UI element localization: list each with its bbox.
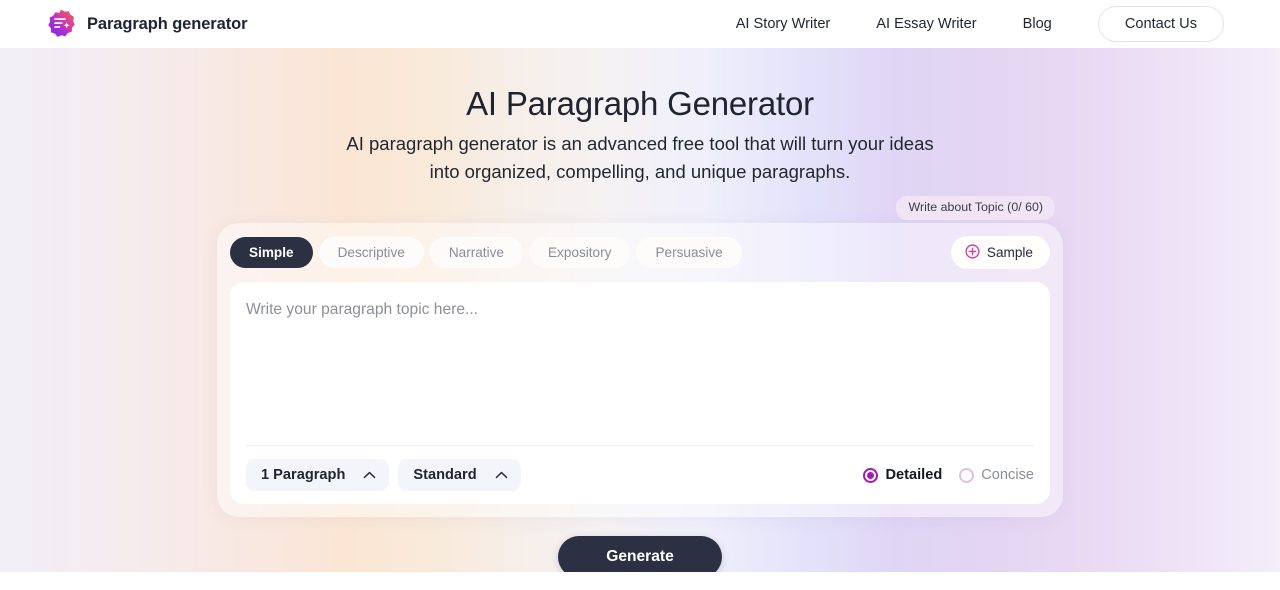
- chevron-up-icon: [363, 468, 376, 483]
- radio-concise[interactable]: Concise: [959, 466, 1034, 483]
- card-controls: 1 Paragraph Standard Detailed Concise: [246, 446, 1034, 492]
- generator-card: Simple Descriptive Narrative Expository …: [217, 222, 1063, 518]
- brand-name: Paragraph generator: [87, 14, 248, 33]
- paragraph-count-select[interactable]: 1 Paragraph: [246, 458, 390, 492]
- writing-style-value: Standard: [413, 466, 477, 483]
- sample-button-label: Sample: [986, 244, 1033, 260]
- main-nav: AI Story Writer AI Essay Writer Blog Con…: [713, 5, 1224, 43]
- brand-logo-link[interactable]: Paragraph generator: [46, 9, 248, 39]
- page-subtitle: AI paragraph generator is an advanced fr…: [346, 133, 934, 183]
- topic-counter-badge: Write about Topic (0/ 60): [896, 196, 1055, 220]
- page-title: AI Paragraph Generator: [466, 85, 814, 122]
- writing-style-select[interactable]: Standard: [398, 458, 521, 492]
- contact-us-button[interactable]: Contact Us: [1097, 5, 1224, 43]
- topic-badge-row: Write about Topic (0/ 60): [217, 196, 1063, 220]
- tab-persuasive[interactable]: Persuasive: [636, 236, 742, 269]
- radio-concise-label: Concise: [981, 466, 1034, 483]
- radio-detailed-label: Detailed: [885, 466, 943, 483]
- generate-button[interactable]: Generate: [558, 536, 722, 572]
- tab-simple[interactable]: Simple: [230, 236, 313, 269]
- chevron-up-icon: [495, 468, 508, 483]
- sample-button[interactable]: Sample: [950, 235, 1050, 270]
- radio-unselected-icon: [959, 467, 975, 483]
- nav-link-ai-essay-writer[interactable]: AI Essay Writer: [853, 16, 999, 32]
- paragraph-style-tabs: Simple Descriptive Narrative Expository …: [230, 236, 742, 269]
- card-body: 1 Paragraph Standard: [230, 282, 1050, 505]
- mode-radio-group: Detailed Concise: [863, 466, 1034, 483]
- nav-link-ai-story-writer[interactable]: AI Story Writer: [713, 16, 854, 32]
- paragraph-topic-input[interactable]: [246, 298, 1034, 441]
- tab-narrative[interactable]: Narrative: [429, 236, 523, 269]
- plus-circle-icon: [965, 244, 980, 262]
- select-group: 1 Paragraph Standard: [246, 458, 521, 492]
- radio-selected-icon: [863, 467, 879, 483]
- paragraph-sparkle-logo-icon: [46, 9, 76, 39]
- site-header: Paragraph generator AI Story Writer AI E…: [0, 0, 1280, 48]
- hero-stage: AI Paragraph Generator AI paragraph gene…: [0, 48, 1280, 572]
- nav-link-blog[interactable]: Blog: [1000, 16, 1075, 32]
- generate-row: Generate: [0, 536, 1280, 572]
- paragraph-count-value: 1 Paragraph: [261, 466, 346, 483]
- tab-descriptive[interactable]: Descriptive: [318, 236, 424, 269]
- tab-expository[interactable]: Expository: [528, 236, 631, 269]
- card-toolbar: Simple Descriptive Narrative Expository …: [230, 235, 1050, 283]
- radio-detailed[interactable]: Detailed: [863, 466, 943, 483]
